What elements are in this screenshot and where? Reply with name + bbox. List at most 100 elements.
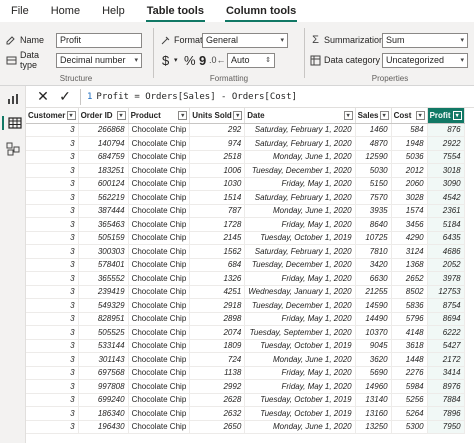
cell-order-id[interactable]: 300303 (78, 244, 129, 259)
decimal-icon[interactable]: .0← (209, 55, 227, 65)
cell-date[interactable]: Friday, May 1, 2020 (244, 312, 356, 326)
cell-units-sold[interactable]: 2918 (189, 298, 246, 313)
cell-product[interactable]: Chocolate Chip (128, 298, 191, 313)
cell-date[interactable]: Monday, June 1, 2020 (244, 150, 356, 164)
cell-date[interactable]: Friday, May 1, 2020 (244, 379, 356, 394)
cell-profit[interactable]: 4542 (427, 190, 465, 205)
cell-cost[interactable]: 2276 (391, 366, 428, 380)
cell-profit[interactable]: 2361 (427, 204, 465, 218)
cell-sales[interactable]: 10370 (355, 325, 392, 340)
cell-units-sold[interactable]: 684 (189, 258, 246, 272)
cell-profit[interactable]: 8694 (427, 312, 465, 326)
cell-profit[interactable]: 7950 (427, 420, 465, 434)
model-view-icon[interactable] (6, 142, 20, 156)
cell-order-id[interactable]: 697568 (78, 366, 129, 380)
cell-customer-id[interactable]: 3 (26, 136, 79, 151)
cell-cost[interactable]: 8502 (391, 285, 428, 299)
cell-product[interactable]: Chocolate Chip (128, 136, 191, 151)
cell-product[interactable]: Chocolate Chip (128, 285, 191, 299)
cell-units-sold[interactable]: 2628 (189, 393, 246, 407)
column-header-customer-id[interactable]: Customer ID ▾ (26, 108, 79, 124)
percent-button[interactable]: % (184, 53, 199, 68)
menu-column-tools[interactable]: Column tools (215, 0, 307, 22)
cell-units-sold[interactable]: 2518 (189, 150, 246, 164)
cell-product[interactable]: Chocolate Chip (128, 271, 191, 286)
column-header-cost[interactable]: Cost ▾ (391, 108, 428, 124)
cell-customer-id[interactable]: 3 (26, 312, 79, 326)
cell-cost[interactable]: 2060 (391, 177, 428, 191)
cell-product[interactable]: Chocolate Chip (128, 366, 191, 380)
commit-formula-icon[interactable]: ✓ (54, 88, 76, 105)
cell-units-sold[interactable]: 1326 (189, 271, 246, 286)
cell-date[interactable]: Monday, June 1, 2020 (244, 352, 356, 367)
format-dropdown[interactable]: General ▾ (202, 32, 288, 48)
cell-cost[interactable]: 4290 (391, 231, 428, 245)
cell-profit[interactable]: 3090 (427, 177, 465, 191)
cell-sales[interactable]: 7810 (355, 244, 392, 259)
cell-product[interactable]: Chocolate Chip (128, 163, 191, 178)
currency-button[interactable]: $ (162, 53, 174, 68)
cell-profit[interactable]: 5427 (427, 339, 465, 353)
cell-units-sold[interactable]: 1728 (189, 217, 246, 232)
cell-cost[interactable]: 2012 (391, 163, 428, 178)
name-input[interactable]: Profit (56, 32, 142, 48)
cell-product[interactable]: Chocolate Chip (128, 339, 191, 353)
cell-order-id[interactable]: 578401 (78, 258, 129, 272)
cell-date[interactable]: Tuesday, December 1, 2020 (244, 298, 356, 313)
cell-units-sold[interactable]: 2145 (189, 231, 246, 245)
cell-customer-id[interactable]: 3 (26, 271, 79, 286)
cell-units-sold[interactable]: 787 (189, 204, 246, 218)
cell-sales[interactable]: 14960 (355, 379, 392, 394)
cell-profit[interactable]: 5184 (427, 217, 465, 232)
filter-dropdown-icon[interactable]: ▾ (452, 111, 462, 120)
cell-units-sold[interactable]: 2074 (189, 325, 246, 340)
cell-order-id[interactable]: 301143 (78, 352, 129, 367)
cell-product[interactable]: Chocolate Chip (128, 325, 191, 340)
cell-product[interactable]: Chocolate Chip (128, 420, 191, 434)
cell-order-id[interactable]: 533144 (78, 339, 129, 353)
cell-date[interactable]: Saturday, February 1, 2020 (244, 190, 356, 205)
cell-sales[interactable]: 10725 (355, 231, 392, 245)
cell-cost[interactable]: 5264 (391, 406, 428, 421)
decimals-stepper[interactable]: Auto ⇕ (227, 52, 275, 68)
cell-sales[interactable]: 5150 (355, 177, 392, 191)
cell-product[interactable]: Chocolate Chip (128, 150, 191, 164)
cell-sales[interactable]: 13160 (355, 406, 392, 421)
cancel-formula-icon[interactable]: ✕ (32, 88, 54, 105)
cell-order-id[interactable]: 549329 (78, 298, 129, 313)
cell-sales[interactable]: 21255 (355, 285, 392, 299)
cell-date[interactable]: Tuesday, December 1, 2020 (244, 163, 356, 178)
cell-profit[interactable]: 3414 (427, 366, 465, 380)
cell-profit[interactable]: 2922 (427, 136, 465, 151)
cell-units-sold[interactable]: 1809 (189, 339, 246, 353)
column-header-order-id[interactable]: Order ID ▾ (78, 108, 129, 124)
cell-sales[interactable]: 1460 (355, 123, 392, 137)
summarization-dropdown[interactable]: Sum ▾ (382, 32, 468, 48)
cell-units-sold[interactable]: 292 (189, 123, 246, 137)
cell-cost[interactable]: 1574 (391, 204, 428, 218)
cell-units-sold[interactable]: 1006 (189, 163, 246, 178)
cell-customer-id[interactable]: 3 (26, 177, 79, 191)
cell-sales[interactable]: 14490 (355, 312, 392, 326)
cell-units-sold[interactable]: 2650 (189, 420, 246, 434)
cell-date[interactable]: Friday, May 1, 2020 (244, 177, 356, 191)
column-header-profit[interactable]: Profit ▾ (427, 108, 465, 124)
cell-cost[interactable]: 3028 (391, 190, 428, 205)
cell-customer-id[interactable]: 3 (26, 258, 79, 272)
cell-order-id[interactable]: 505159 (78, 231, 129, 245)
cell-customer-id[interactable]: 3 (26, 420, 79, 434)
filter-dropdown-icon[interactable]: ▾ (415, 111, 425, 120)
cell-cost[interactable]: 5256 (391, 393, 428, 407)
comma-button[interactable]: 9 (199, 53, 209, 68)
cell-order-id[interactable]: 562219 (78, 190, 129, 205)
menu-table-tools[interactable]: Table tools (136, 0, 215, 22)
cell-date[interactable]: Tuesday, October 1, 2019 (244, 231, 356, 245)
cell-cost[interactable]: 1368 (391, 258, 428, 272)
cell-product[interactable]: Chocolate Chip (128, 190, 191, 205)
cell-sales[interactable]: 13250 (355, 420, 392, 434)
cell-date[interactable]: Monday, June 1, 2020 (244, 204, 356, 218)
cell-cost[interactable]: 2652 (391, 271, 428, 286)
cell-order-id[interactable]: 196430 (78, 420, 129, 434)
cell-product[interactable]: Chocolate Chip (128, 258, 191, 272)
cell-sales[interactable]: 3420 (355, 258, 392, 272)
